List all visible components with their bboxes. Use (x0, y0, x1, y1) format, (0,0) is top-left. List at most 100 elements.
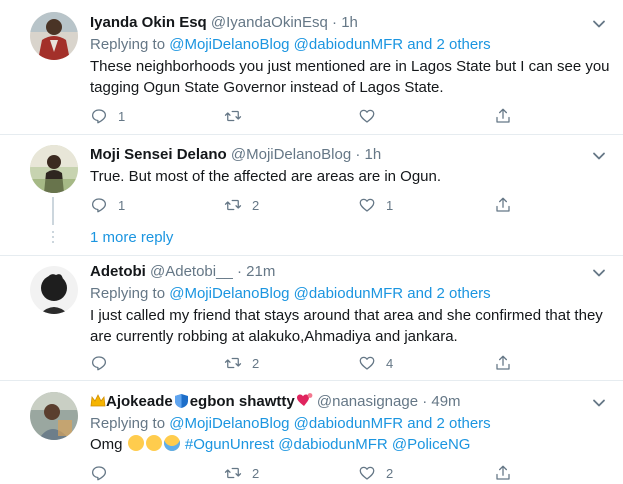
tweet-text: True. But most of the affected are areas… (90, 168, 442, 185)
separator-dot: · (422, 393, 428, 410)
replying-to: Replying to @MojiDelanoBlog @dabiodunMFR… (90, 35, 491, 55)
like-button[interactable] (358, 106, 386, 126)
display-name-part-2[interactable]: egbon shawtty (190, 393, 295, 410)
like-button[interactable]: 1 (358, 195, 393, 215)
share-icon (496, 197, 510, 212)
rolling-eyes-emoji-icon (127, 435, 144, 451)
retweet-icon (224, 110, 242, 122)
reply-icon (91, 466, 107, 481)
separator-dot: · (355, 146, 361, 163)
share-button[interactable] (494, 353, 512, 373)
tweet-text: These neighborhoods you just mentioned a… (90, 58, 610, 96)
tweet-3[interactable]: Adetobi @Adetobi__ · 21m Replying to @Mo… (0, 256, 623, 380)
chevron-down-icon[interactable] (589, 14, 609, 34)
heart-icon (359, 109, 375, 123)
heart-icon (359, 198, 375, 212)
heart-icon (359, 466, 375, 480)
avatar[interactable] (30, 145, 78, 193)
replying-to: Replying to @MojiDelanoBlog @dabiodunMFR… (90, 414, 491, 434)
retweet-icon (224, 199, 242, 211)
hearts-icon (295, 392, 313, 408)
chevron-down-icon[interactable] (589, 393, 609, 413)
reply-count: 1 (118, 197, 126, 213)
tweet-header: Ajokeade egbon shawtty @nanasignage · 49… (90, 392, 461, 412)
thread-dots (48, 231, 58, 246)
avatar[interactable] (30, 392, 78, 440)
chevron-down-icon[interactable] (589, 263, 609, 283)
tweet-header: Adetobi @Adetobi__ · 21m (90, 262, 275, 282)
tweet-text-prefix: Omg (90, 436, 123, 453)
retweet-count: 2 (252, 197, 260, 213)
reply-button[interactable]: 1 (90, 106, 125, 126)
display-name-part-1[interactable]: Ajokeade (106, 393, 173, 410)
tweet-1[interactable]: Iyanda Okin Esq @IyandaOkinEsq · 1h Repl… (0, 0, 623, 134)
share-button[interactable] (494, 106, 512, 126)
tweet-text: Omg #OgunUnrest @dabiodunMFR @PoliceNG (90, 434, 610, 455)
separator-dot: · (332, 14, 338, 31)
reply-icon (91, 198, 107, 213)
separator-dot: · (236, 263, 242, 280)
tired-face-emoji-icon (145, 435, 162, 451)
replying-label: Replying to (90, 415, 166, 432)
mention-link[interactable]: @dabiodunMFR (278, 436, 387, 453)
tweet-actions: 2 4 (90, 353, 530, 373)
share-icon (496, 465, 510, 480)
retweet-button[interactable]: 2 (224, 195, 259, 215)
share-button[interactable] (494, 195, 512, 215)
user-handle[interactable]: @Adetobi__ (150, 263, 233, 280)
replying-to-links[interactable]: @MojiDelanoBlog @dabiodunMFR and 2 other… (169, 415, 490, 432)
replying-label: Replying to (90, 285, 166, 302)
timestamp[interactable]: 1h (365, 146, 382, 163)
more-replies-link[interactable]: 1 more reply (90, 228, 173, 248)
replying-to-links[interactable]: @MojiDelanoBlog @dabiodunMFR and 2 other… (169, 36, 490, 53)
timestamp[interactable]: 21m (246, 263, 275, 280)
reply-button[interactable] (90, 463, 118, 483)
display-name[interactable]: Adetobi (90, 263, 146, 280)
tweet-actions: 1 2 1 (90, 195, 530, 215)
like-button[interactable]: 4 (358, 353, 393, 373)
crown-icon (90, 394, 106, 408)
avatar[interactable] (30, 12, 78, 60)
display-name[interactable]: Moji Sensei Delano (90, 146, 227, 163)
shield-icon (174, 393, 189, 409)
share-icon (496, 108, 510, 123)
timestamp[interactable]: 49m (431, 393, 460, 410)
user-handle[interactable]: @nanasignage (317, 393, 418, 410)
timestamp[interactable]: 1h (341, 14, 358, 31)
tweet-actions: 1 (90, 106, 530, 126)
reply-icon (91, 356, 107, 371)
retweet-icon (224, 357, 242, 369)
user-handle[interactable]: @MojiDelanoBlog (231, 146, 351, 163)
reply-button[interactable] (90, 353, 118, 373)
reply-icon (91, 109, 107, 124)
tweet-text: I just called my friend that stays aroun… (90, 307, 603, 345)
like-count: 2 (386, 465, 394, 481)
like-count: 4 (386, 355, 394, 371)
heart-icon (359, 356, 375, 370)
mention-link[interactable]: @PoliceNG (392, 436, 471, 453)
retweet-count: 2 (252, 355, 260, 371)
retweet-button[interactable] (224, 106, 252, 126)
tweet-header: Iyanda Okin Esq @IyandaOkinEsq · 1h (90, 13, 358, 33)
share-button[interactable] (494, 463, 512, 483)
replying-label: Replying to (90, 36, 166, 53)
thread-connector (52, 197, 54, 225)
retweet-icon (224, 467, 242, 479)
user-handle[interactable]: @IyandaOkinEsq (211, 14, 328, 31)
avatar[interactable] (30, 266, 78, 314)
reply-count: 1 (118, 108, 126, 124)
tweet-header: Moji Sensei Delano @MojiDelanoBlog · 1h (90, 145, 381, 165)
reply-button[interactable]: 1 (90, 195, 125, 215)
tweet-2[interactable]: Moji Sensei Delano @MojiDelanoBlog · 1h … (0, 135, 623, 255)
display-name[interactable]: Iyanda Okin Esq (90, 14, 207, 31)
hashtag-link[interactable]: #OgunUnrest (185, 436, 274, 453)
retweet-count: 2 (252, 465, 260, 481)
tweet-4[interactable]: Ajokeade egbon shawtty @nanasignage · 49… (0, 381, 623, 484)
retweet-button[interactable]: 2 (224, 353, 259, 373)
replying-to-links[interactable]: @MojiDelanoBlog @dabiodunMFR and 2 other… (169, 285, 490, 302)
replying-to: Replying to @MojiDelanoBlog @dabiodunMFR… (90, 284, 491, 304)
crying-face-emoji-icon (163, 435, 180, 451)
like-button[interactable]: 2 (358, 463, 393, 483)
chevron-down-icon[interactable] (589, 146, 609, 166)
retweet-button[interactable]: 2 (224, 463, 259, 483)
